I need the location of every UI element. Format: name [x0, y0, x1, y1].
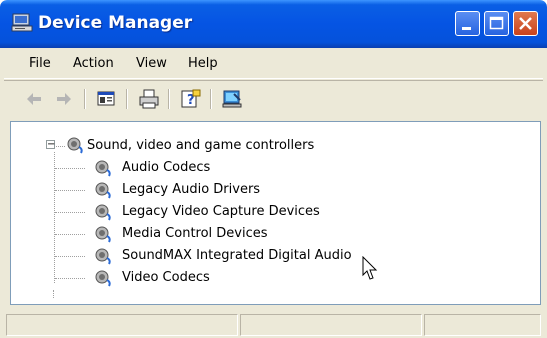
toolbar: ? — [4, 80, 543, 118]
speaker-icon — [95, 248, 111, 265]
tree-root-label[interactable]: Sound, video and game controllers — [87, 138, 314, 153]
menu-action[interactable]: Action — [73, 56, 114, 71]
toolbar-separator — [168, 89, 170, 109]
speaker-icon — [95, 204, 111, 221]
status-pane — [424, 314, 541, 336]
device-tree-panel[interactable]: − Sound, video and game controllers Audi… — [10, 121, 541, 305]
tree-connector — [55, 212, 85, 213]
mouse-cursor-icon — [362, 256, 378, 280]
maximize-icon — [489, 16, 504, 30]
tree-connector — [55, 168, 85, 169]
tree-connector — [55, 256, 85, 257]
status-pane — [6, 314, 238, 336]
close-button[interactable] — [513, 11, 538, 36]
speaker-icon — [67, 137, 83, 154]
tree-expander[interactable]: − — [46, 140, 55, 150]
tree-connector — [55, 278, 85, 279]
title-bar[interactable]: Device Manager — [0, 0, 547, 48]
tree-item-audio-codecs[interactable]: Audio Codecs — [122, 160, 210, 175]
menu-file[interactable]: File — [29, 56, 51, 71]
minimize-button[interactable] — [455, 11, 480, 36]
tree-connector — [53, 290, 54, 298]
speaker-icon — [95, 270, 111, 287]
tree-connector — [54, 152, 55, 283]
menu-help[interactable]: Help — [188, 56, 218, 71]
tree-item-legacy-video-capture-devices[interactable]: Legacy Video Capture Devices — [122, 204, 320, 219]
print-icon[interactable] — [138, 89, 160, 109]
tree-item-video-codecs[interactable]: Video Codecs — [122, 270, 210, 285]
minimize-icon — [462, 27, 471, 30]
back-arrow-icon[interactable] — [24, 89, 44, 109]
tree-item-soundmax-integrated-digital-audio[interactable]: SoundMAX Integrated Digital Audio — [122, 248, 352, 263]
window-title: Device Manager — [38, 13, 193, 33]
status-pane — [240, 314, 422, 336]
maximize-button[interactable] — [484, 11, 509, 36]
menu-bar: File Action View Help — [4, 48, 543, 79]
toolbar-separator — [126, 89, 128, 109]
status-bar — [4, 310, 543, 338]
forward-arrow-icon[interactable] — [54, 89, 74, 109]
close-icon — [519, 17, 532, 30]
device-manager-window: Device Manager File Action View Help ? −… — [0, 0, 547, 338]
properties-icon[interactable] — [96, 89, 116, 109]
tree-item-media-control-devices[interactable]: Media Control Devices — [122, 226, 268, 241]
menu-view[interactable]: View — [136, 56, 167, 71]
speaker-icon — [95, 160, 111, 177]
help-icon[interactable]: ? — [180, 89, 202, 109]
device-manager-icon — [11, 13, 33, 32]
toolbar-separator — [84, 89, 86, 109]
speaker-icon — [95, 182, 111, 199]
toolbar-separator — [210, 89, 212, 109]
tree-connector — [55, 190, 85, 191]
speaker-icon — [95, 226, 111, 243]
scan-hardware-icon[interactable] — [222, 89, 244, 109]
tree-item-legacy-audio-drivers[interactable]: Legacy Audio Drivers — [122, 182, 260, 197]
tree-connector — [55, 234, 85, 235]
